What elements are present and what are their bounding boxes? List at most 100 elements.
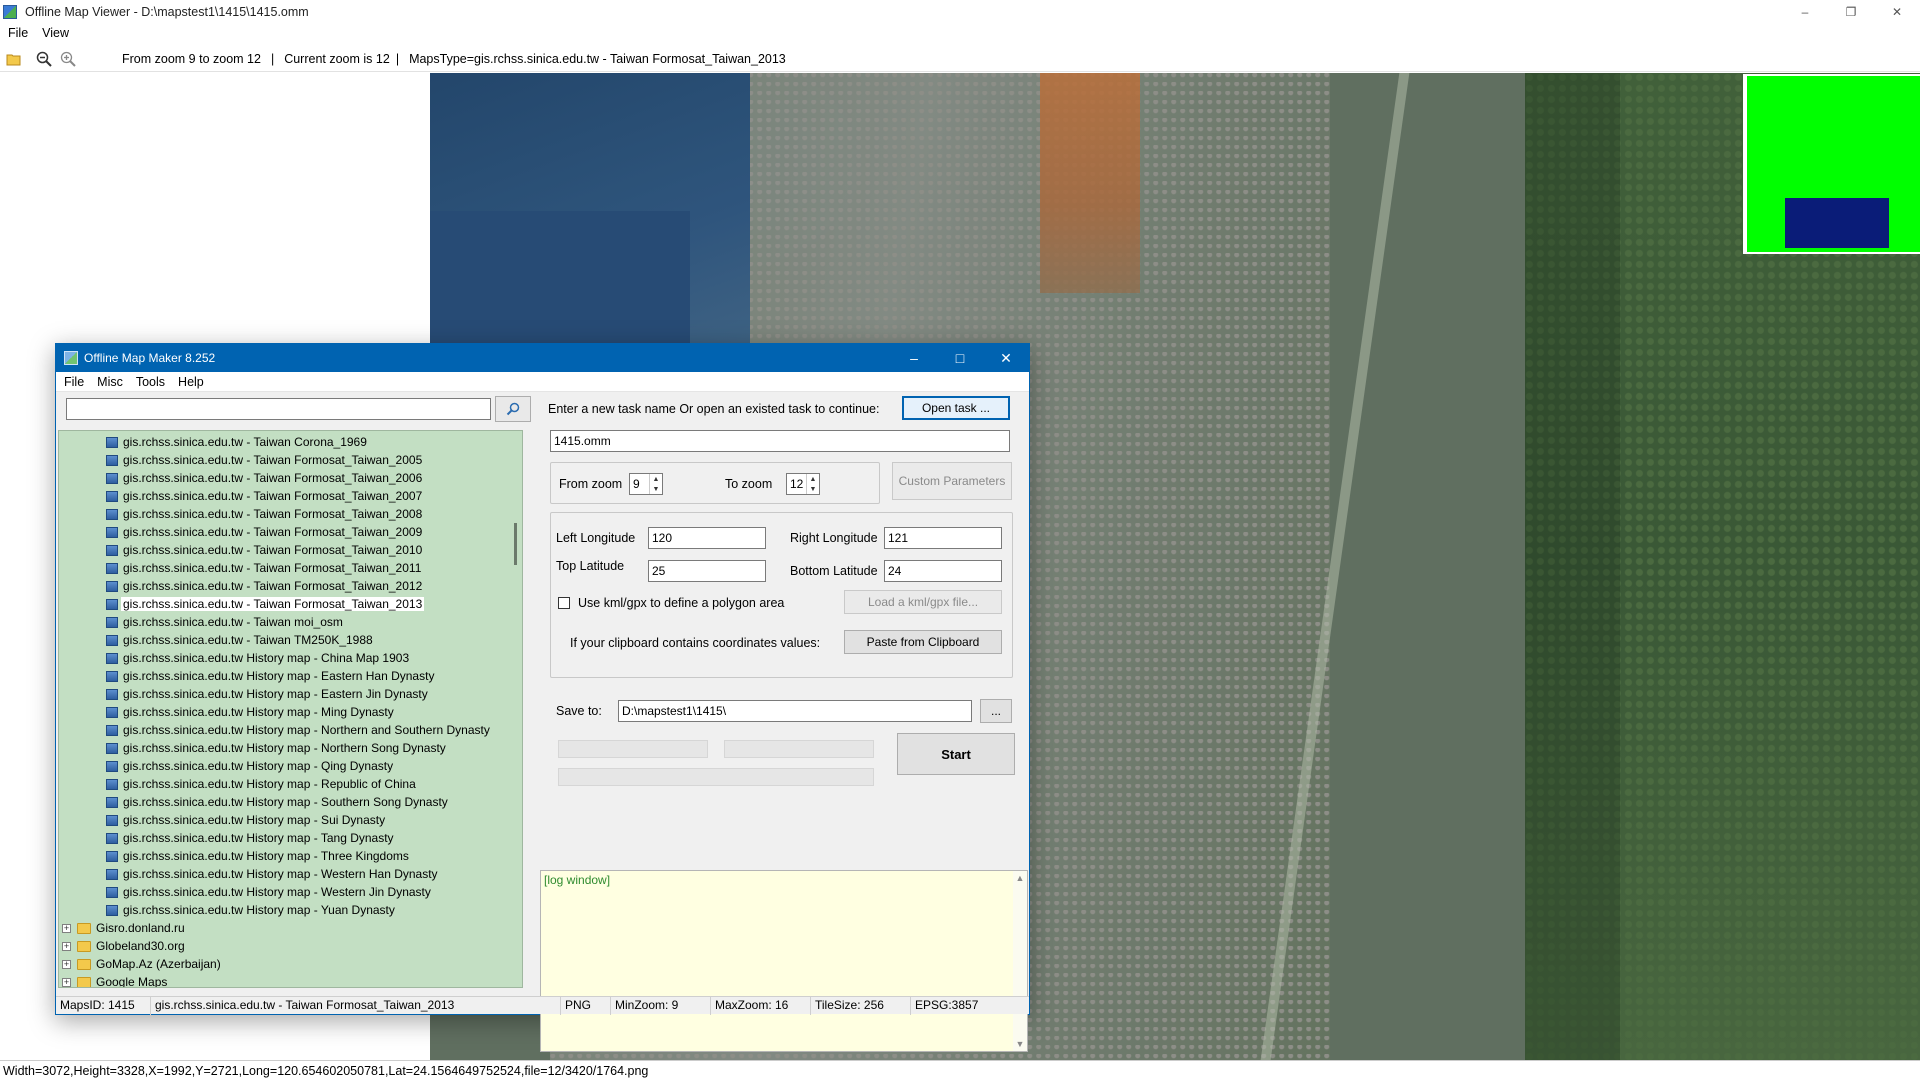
tree-item[interactable]: gis.rchss.sinica.edu.tw History map - Re… — [59, 775, 416, 793]
open-folder-icon[interactable] — [4, 49, 24, 69]
scroll-up-icon[interactable]: ▲ — [1013, 873, 1027, 883]
menu-view[interactable]: View — [34, 26, 75, 40]
tree-item[interactable]: gis.rchss.sinica.edu.tw History map - Mi… — [59, 703, 394, 721]
maker-status-bar: MapsID: 1415 gis.rchss.sinica.edu.tw - T… — [56, 996, 1029, 1015]
expand-icon[interactable]: + — [62, 977, 71, 987]
scrollbar-thumb[interactable] — [514, 523, 517, 565]
log-scrollbar[interactable]: ▲ ▼ — [1013, 871, 1027, 1051]
maker-title-bar[interactable]: Offline Map Maker 8.252 – □ ✕ — [56, 344, 1029, 372]
map-source-tree[interactable]: gis.rchss.sinica.edu.tw - Taiwan Corona_… — [58, 430, 523, 988]
tree-item-label: gis.rchss.sinica.edu.tw - Taiwan Formosa… — [123, 507, 423, 521]
tree-item[interactable]: gis.rchss.sinica.edu.tw History map - No… — [59, 739, 446, 757]
tree-item[interactable]: gis.rchss.sinica.edu.tw - Taiwan Formosa… — [59, 451, 422, 469]
from-zoom-stepper[interactable]: 9 ▲ ▼ — [629, 473, 663, 495]
browse-button[interactable]: ... — [980, 699, 1012, 723]
open-task-button[interactable]: Open task ... — [902, 396, 1010, 420]
tree-item[interactable]: gis.rchss.sinica.edu.tw History map - Ch… — [59, 649, 409, 667]
tree-folder[interactable]: + Google Maps — [59, 973, 167, 987]
tree-item[interactable]: gis.rchss.sinica.edu.tw - Taiwan TM250K_… — [59, 631, 373, 649]
map-layer-icon — [106, 688, 118, 700]
tree-item[interactable]: gis.rchss.sinica.edu.tw - Taiwan Formosa… — [59, 487, 422, 505]
tree-item[interactable]: gis.rchss.sinica.edu.tw - Taiwan Formosa… — [59, 523, 422, 541]
tree-folder[interactable]: + Gisro.donland.ru — [59, 919, 185, 937]
bottom-latitude-field[interactable]: 24 — [884, 560, 1002, 582]
menu-misc[interactable]: Misc — [89, 375, 128, 389]
tree-item[interactable]: gis.rchss.sinica.edu.tw History map - Qi… — [59, 757, 393, 775]
minimize-icon[interactable]: – — [891, 344, 937, 372]
close-icon[interactable]: ✕ — [983, 344, 1029, 372]
from-zoom-value: 9 — [633, 477, 640, 491]
tree-item[interactable]: gis.rchss.sinica.edu.tw History map - Su… — [59, 811, 385, 829]
top-latitude-field[interactable]: 25 — [648, 560, 766, 582]
spin-up-icon[interactable]: ▲ — [650, 474, 662, 484]
paste-clipboard-button[interactable]: Paste from Clipboard — [844, 630, 1002, 654]
minimize-icon[interactable]: – — [1782, 0, 1828, 24]
use-kml-checkbox[interactable] — [558, 597, 570, 609]
right-longitude-field[interactable]: 121 — [884, 527, 1002, 549]
tree-item-label: gis.rchss.sinica.edu.tw - Taiwan Formosa… — [123, 471, 423, 485]
tree-item[interactable]: gis.rchss.sinica.edu.tw History map - Ea… — [59, 667, 434, 685]
map-layer-icon — [106, 886, 118, 898]
zoom-out-icon[interactable] — [34, 49, 54, 69]
minimap-viewport[interactable] — [1785, 198, 1889, 248]
tree-item[interactable]: gis.rchss.sinica.edu.tw - Taiwan Formosa… — [59, 541, 422, 559]
tree-item[interactable]: gis.rchss.sinica.edu.tw - Taiwan Corona_… — [59, 433, 367, 451]
start-button[interactable]: Start — [897, 733, 1015, 775]
menu-file[interactable]: File — [56, 375, 89, 389]
tree-item[interactable]: gis.rchss.sinica.edu.tw - Taiwan Formosa… — [59, 595, 425, 613]
tree-scrollbar[interactable] — [510, 431, 522, 987]
tree-item[interactable]: gis.rchss.sinica.edu.tw History map - We… — [59, 865, 438, 883]
task-name-field[interactable]: 1415.omm — [550, 430, 1010, 452]
tree-item[interactable]: gis.rchss.sinica.edu.tw History map - So… — [59, 793, 448, 811]
custom-parameters-button[interactable]: Custom Parameters — [892, 462, 1012, 500]
tree-item[interactable]: gis.rchss.sinica.edu.tw - Taiwan moi_osm — [59, 613, 343, 631]
tree-item[interactable]: gis.rchss.sinica.edu.tw - Taiwan Formosa… — [59, 505, 422, 523]
search-icon — [506, 402, 520, 416]
menu-tools[interactable]: Tools — [128, 375, 170, 389]
load-kml-button[interactable]: Load a kml/gpx file... — [844, 590, 1002, 614]
spin-down-icon[interactable]: ▼ — [807, 484, 819, 494]
menu-file[interactable]: File — [0, 26, 34, 40]
to-zoom-spin[interactable]: ▲ ▼ — [806, 474, 819, 494]
tree-item[interactable]: gis.rchss.sinica.edu.tw History map - We… — [59, 883, 431, 901]
tree-item[interactable]: gis.rchss.sinica.edu.tw History map - No… — [59, 721, 490, 739]
map-layer-icon — [106, 814, 118, 826]
minimap[interactable] — [1743, 74, 1920, 254]
spin-up-icon[interactable]: ▲ — [807, 474, 819, 484]
tree-folder[interactable]: + Globeland30.org — [59, 937, 185, 955]
save-path-field[interactable]: D:\mapstest1\1415\ — [618, 700, 972, 722]
tree-item[interactable]: gis.rchss.sinica.edu.tw History map - Th… — [59, 847, 409, 865]
log-window[interactable]: [log window] ▲ ▼ — [540, 870, 1028, 1052]
tree-item-label: gis.rchss.sinica.edu.tw History map - Yu… — [123, 903, 395, 917]
map-layer-icon — [106, 544, 118, 556]
menu-help[interactable]: Help — [170, 375, 209, 389]
tree-item-label: gis.rchss.sinica.edu.tw History map - Ch… — [123, 651, 410, 665]
tree-item-label: gis.rchss.sinica.edu.tw - Taiwan Formosa… — [123, 543, 423, 557]
tree-folder[interactable]: + GoMap.Az (Azerbaijan) — [59, 955, 221, 973]
expand-icon[interactable]: + — [62, 959, 71, 969]
bottom-latitude-label: Bottom Latitude — [790, 564, 878, 578]
folder-icon — [77, 976, 91, 987]
left-longitude-field[interactable]: 120 — [648, 527, 766, 549]
tree-item[interactable]: gis.rchss.sinica.edu.tw - Taiwan Formosa… — [59, 469, 422, 487]
tree-item[interactable]: gis.rchss.sinica.edu.tw History map - Ea… — [59, 685, 428, 703]
scroll-down-icon[interactable]: ▼ — [1013, 1039, 1027, 1049]
maximize-icon[interactable]: □ — [937, 344, 983, 372]
tree-item[interactable]: gis.rchss.sinica.edu.tw History map - Ta… — [59, 829, 394, 847]
expand-icon[interactable]: + — [62, 923, 71, 933]
tree-item[interactable]: gis.rchss.sinica.edu.tw - Taiwan Formosa… — [59, 577, 422, 595]
tree-item[interactable]: gis.rchss.sinica.edu.tw - Taiwan Formosa… — [59, 559, 421, 577]
close-icon[interactable]: ✕ — [1874, 0, 1920, 24]
tree-item[interactable]: gis.rchss.sinica.edu.tw History map - Yu… — [59, 901, 395, 919]
from-zoom-spin[interactable]: ▲ ▼ — [649, 474, 662, 494]
expand-icon[interactable]: + — [62, 941, 71, 951]
restore-icon[interactable]: ❐ — [1828, 0, 1874, 24]
maker-window-controls: – □ ✕ — [891, 344, 1029, 368]
search-button[interactable] — [495, 396, 531, 422]
spin-down-icon[interactable]: ▼ — [650, 484, 662, 494]
map-layer-icon — [106, 562, 118, 574]
to-zoom-stepper[interactable]: 12 ▲ ▼ — [786, 473, 820, 495]
map-layer-icon — [106, 778, 118, 790]
zoom-in-icon[interactable] — [58, 49, 78, 69]
map-search-input[interactable] — [66, 398, 491, 420]
